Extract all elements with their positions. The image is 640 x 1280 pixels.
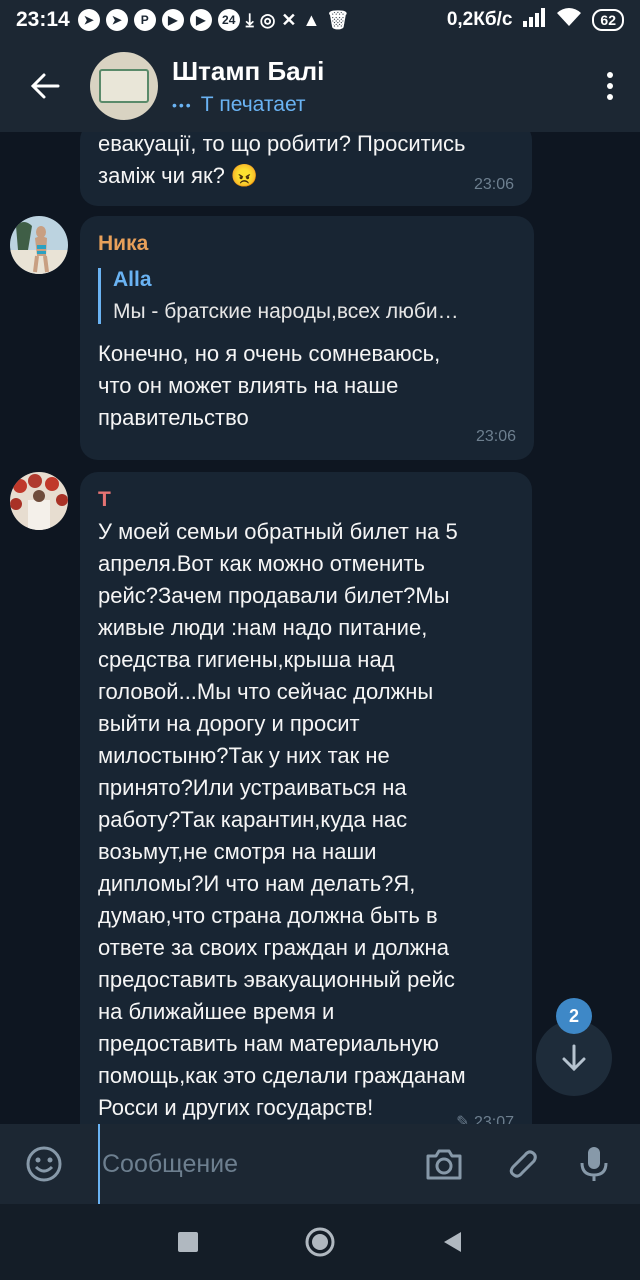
emoji-button[interactable] — [22, 1142, 66, 1186]
camera-icon — [426, 1149, 462, 1180]
chat-avatar[interactable] — [90, 52, 158, 120]
instagram-icon: ◎ — [259, 9, 276, 30]
typing-status-text: Т печатает — [200, 92, 306, 116]
message-bubble[interactable]: евакуації, то що робити? Проситись заміж… — [80, 132, 532, 206]
avatar[interactable] — [10, 216, 68, 274]
youtube-notif-icon: ▶ — [161, 9, 184, 31]
message-time: 23:06 — [473, 176, 514, 193]
circle-icon — [305, 1227, 335, 1257]
stamp-image — [99, 69, 149, 103]
paperclip-icon — [509, 1150, 537, 1178]
telegram-notif-icon: ➤ — [105, 9, 128, 31]
quote-author: Alla — [113, 268, 152, 291]
attach-button[interactable] — [500, 1142, 544, 1186]
back-nav-button[interactable] — [432, 1222, 472, 1262]
arrow-left-icon — [30, 73, 60, 99]
microphone-button[interactable] — [572, 1142, 616, 1186]
more-vertical-icon — [607, 72, 613, 78]
message-list[interactable]: евакуації, то що робити? Проситись заміж… — [0, 132, 640, 1124]
network-speed: 0,2Кб/с — [446, 9, 513, 30]
message-text: У моей семьи обратный билет на 5 апреля.… — [98, 519, 466, 1120]
back-button[interactable] — [0, 40, 90, 132]
app-notif-icon: ✕ — [281, 9, 297, 30]
sender-name[interactable]: Т — [98, 472, 514, 512]
triangle-back-icon — [444, 1232, 461, 1252]
message-time-value: 23:07 — [473, 1114, 514, 1124]
message-input[interactable]: Сообщение — [98, 1124, 238, 1204]
message-text: Конечно, но я очень сомневаюсь, что он м… — [98, 341, 441, 430]
chat-title: Штамп Балі — [172, 55, 325, 86]
chat-info[interactable]: Штамп Балі ••• Т печатает — [172, 56, 324, 117]
avatar[interactable] — [10, 472, 68, 530]
notif-count-icon: 24 — [217, 9, 240, 31]
status-time: 23:14 — [16, 8, 70, 31]
sender-name[interactable]: Ника — [98, 216, 516, 256]
reply-quote[interactable]: Alla Мы - братские народы,всех люби… — [98, 268, 516, 324]
unread-count-badge[interactable]: 2 — [556, 998, 592, 1034]
arrow-down-icon — [562, 1044, 586, 1072]
notification-icons: ➤ ➤ P ▶ ▶ 24 ⤓ ◎ ✕ ▲ 🗑 — [77, 9, 350, 31]
more-menu-button[interactable] — [580, 40, 640, 132]
recents-button[interactable] — [168, 1222, 208, 1262]
typing-dots-icon: ••• — [172, 96, 193, 113]
home-button[interactable] — [300, 1222, 340, 1262]
message-bubble[interactable]: Ника Alla Мы - братские народы,всех люби… — [80, 216, 534, 460]
edited-pencil-icon: ✎ — [456, 1114, 470, 1124]
camera-button[interactable] — [422, 1142, 466, 1186]
square-icon — [178, 1232, 198, 1252]
message-text: евакуації, то що робити? Проситись заміж… — [98, 132, 466, 188]
message-time: ✎ 23:07 — [456, 1112, 514, 1124]
typing-status: ••• Т печатает — [172, 93, 324, 117]
message-time: 23:06 — [475, 428, 516, 445]
message-bubble[interactable]: Т У моей семьи обратный билет на 5 апрел… — [80, 472, 532, 1124]
telegram-notif-icon: ➤ — [77, 9, 100, 31]
status-bar: 23:14 ➤ ➤ P ▶ ▶ 24 ⤓ ◎ ✕ ▲ 🗑 0,2Кб/с 62 — [0, 0, 640, 40]
warning-icon: ▲ — [302, 9, 321, 30]
youtube-notif-icon: ▶ — [189, 9, 212, 31]
wifi-icon — [556, 7, 582, 33]
message-composer: Сообщение — [0, 1124, 640, 1204]
download-icon: ⤓ — [245, 9, 254, 30]
microphone-icon — [580, 1147, 608, 1181]
battery-icon: 62 — [592, 9, 624, 31]
system-nav-bar — [0, 1204, 640, 1280]
quote-text: Мы - братские народы,всех люби… — [113, 300, 459, 323]
signal-icon — [522, 7, 546, 33]
pinterest-notif-icon: P — [133, 9, 156, 31]
trash-icon: 🗑 — [326, 9, 350, 30]
chat-header: Штамп Балі ••• Т печатает — [0, 40, 640, 132]
emoji-icon — [26, 1146, 62, 1182]
